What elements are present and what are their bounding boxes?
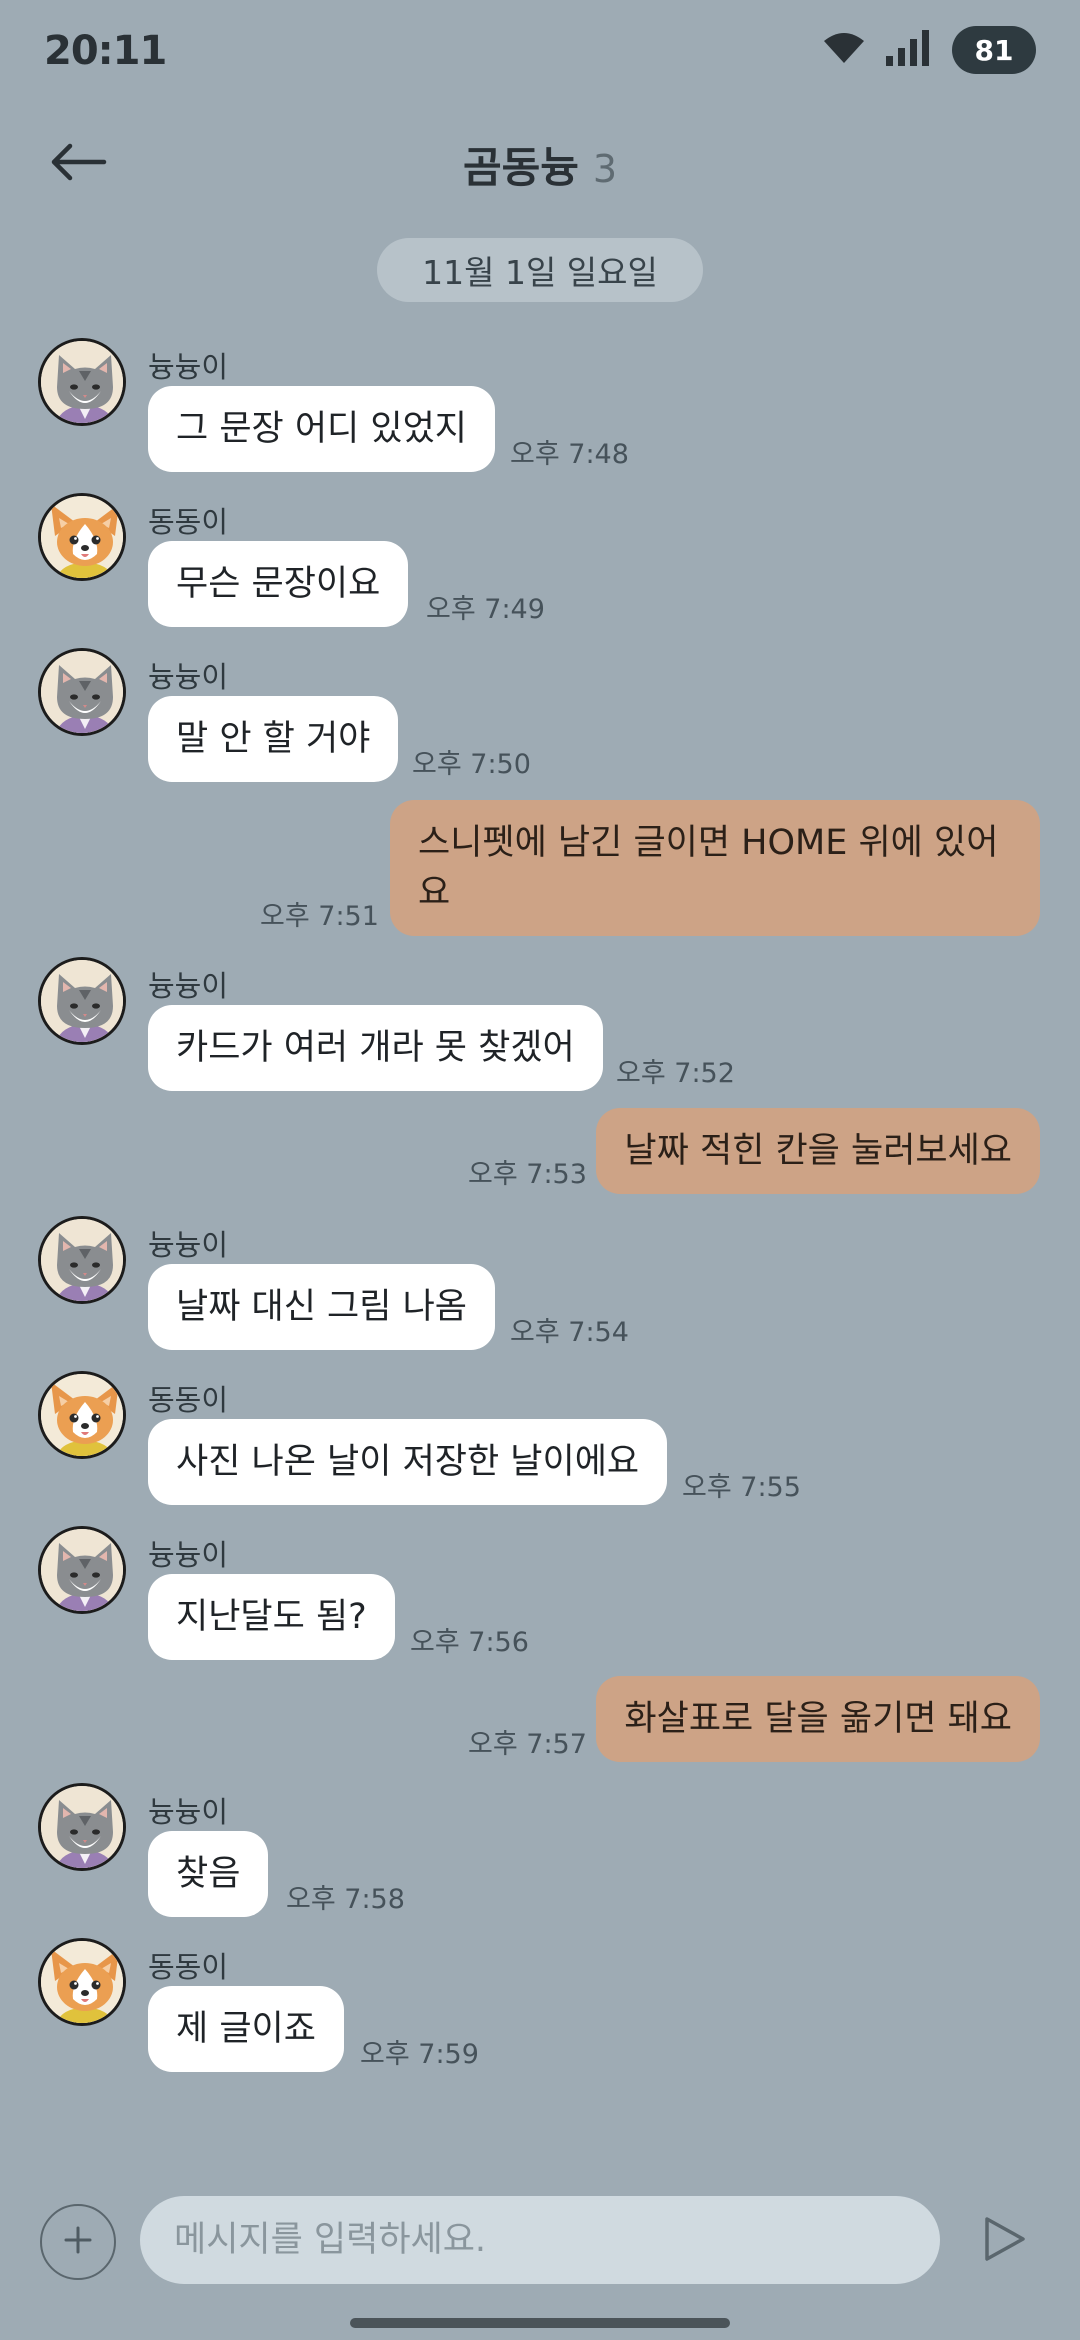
message-bubble[interactable]: 무슨 문장이요 <box>148 541 409 627</box>
avatar[interactable] <box>38 493 126 581</box>
dog-avatar-icon <box>41 1374 126 1459</box>
home-indicator[interactable] <box>350 2318 730 2328</box>
send-button[interactable] <box>970 2206 1040 2276</box>
avatar[interactable] <box>38 1216 126 1304</box>
message-time: 오후 7:55 <box>682 1472 801 1503</box>
message-time: 오후 7:51 <box>260 901 379 932</box>
sender-name: 늉늉이 <box>148 1795 229 1829</box>
dog-avatar-icon <box>41 496 126 581</box>
avatar[interactable] <box>38 957 126 1045</box>
message-composer <box>0 2180 1080 2300</box>
message-bubble[interactable]: 제 글이죠 <box>148 1986 344 2072</box>
message-time: 오후 7:49 <box>426 594 545 625</box>
message-time: 오후 7:53 <box>468 1159 587 1190</box>
send-icon <box>983 2215 1027 2267</box>
message-bubble[interactable]: 지난달도 됨? <box>148 1574 395 1660</box>
cat-avatar-icon <box>41 341 126 426</box>
sender-name: 동동이 <box>148 505 229 539</box>
message-bubble[interactable]: 찾음 <box>148 1831 269 1917</box>
message-time: 오후 7:50 <box>412 749 531 780</box>
sender-name: 늉늉이 <box>148 350 229 384</box>
avatar[interactable] <box>38 1783 126 1871</box>
message-bubble[interactable]: 날짜 적힌 칸을 눌러보세요 <box>596 1108 1040 1194</box>
sender-name: 동동이 <box>148 1383 229 1417</box>
message-bubble[interactable]: 사진 나온 날이 저장한 날이에요 <box>148 1419 668 1505</box>
message-time: 오후 7:54 <box>510 1317 629 1348</box>
cat-avatar-icon <box>41 960 126 1045</box>
sender-name: 동동이 <box>148 1950 229 1984</box>
message-input[interactable] <box>140 2196 940 2284</box>
attach-button[interactable] <box>40 2204 116 2280</box>
message-time: 오후 7:59 <box>360 2039 479 2070</box>
cat-avatar-icon <box>41 1529 126 1614</box>
message-time: 오후 7:52 <box>616 1058 735 1089</box>
message-bubble[interactable]: 그 문장 어디 있었지 <box>148 386 495 472</box>
sender-name: 늉늉이 <box>148 1228 229 1262</box>
avatar[interactable] <box>38 1371 126 1459</box>
cat-avatar-icon <box>41 651 126 736</box>
message-bubble[interactable]: 스니펫에 남긴 글이면 HOME 위에 있어요 <box>390 800 1040 936</box>
message-time: 오후 7:57 <box>468 1729 587 1760</box>
message-bubble[interactable]: 화살표로 달을 옮기면 돼요 <box>596 1676 1040 1762</box>
message-time: 오후 7:48 <box>510 439 629 470</box>
avatar[interactable] <box>38 338 126 426</box>
dog-avatar-icon <box>41 1941 126 2026</box>
cat-avatar-icon <box>41 1786 126 1871</box>
message-bubble[interactable]: 말 안 할 거야 <box>148 696 399 782</box>
message-bubble[interactable]: 날짜 대신 그림 나옴 <box>148 1264 495 1350</box>
message-time: 오후 7:56 <box>410 1627 529 1658</box>
sender-name: 늉늉이 <box>148 1538 229 1572</box>
message-time: 오후 7:58 <box>286 1884 405 1915</box>
cat-avatar-icon <box>41 1219 126 1304</box>
avatar[interactable] <box>38 1938 126 2026</box>
sender-name: 늉늉이 <box>148 969 229 1003</box>
message-list[interactable]: 늉늉이 그 문장 어디 있었지 오후 7:48 동동이 무슨 문장이요 오후 7… <box>0 0 1080 2340</box>
avatar[interactable] <box>38 1526 126 1614</box>
message-bubble[interactable]: 카드가 여러 개라 못 찾겠어 <box>148 1005 603 1091</box>
avatar[interactable] <box>38 648 126 736</box>
sender-name: 늉늉이 <box>148 660 229 694</box>
plus-icon <box>63 2225 93 2259</box>
